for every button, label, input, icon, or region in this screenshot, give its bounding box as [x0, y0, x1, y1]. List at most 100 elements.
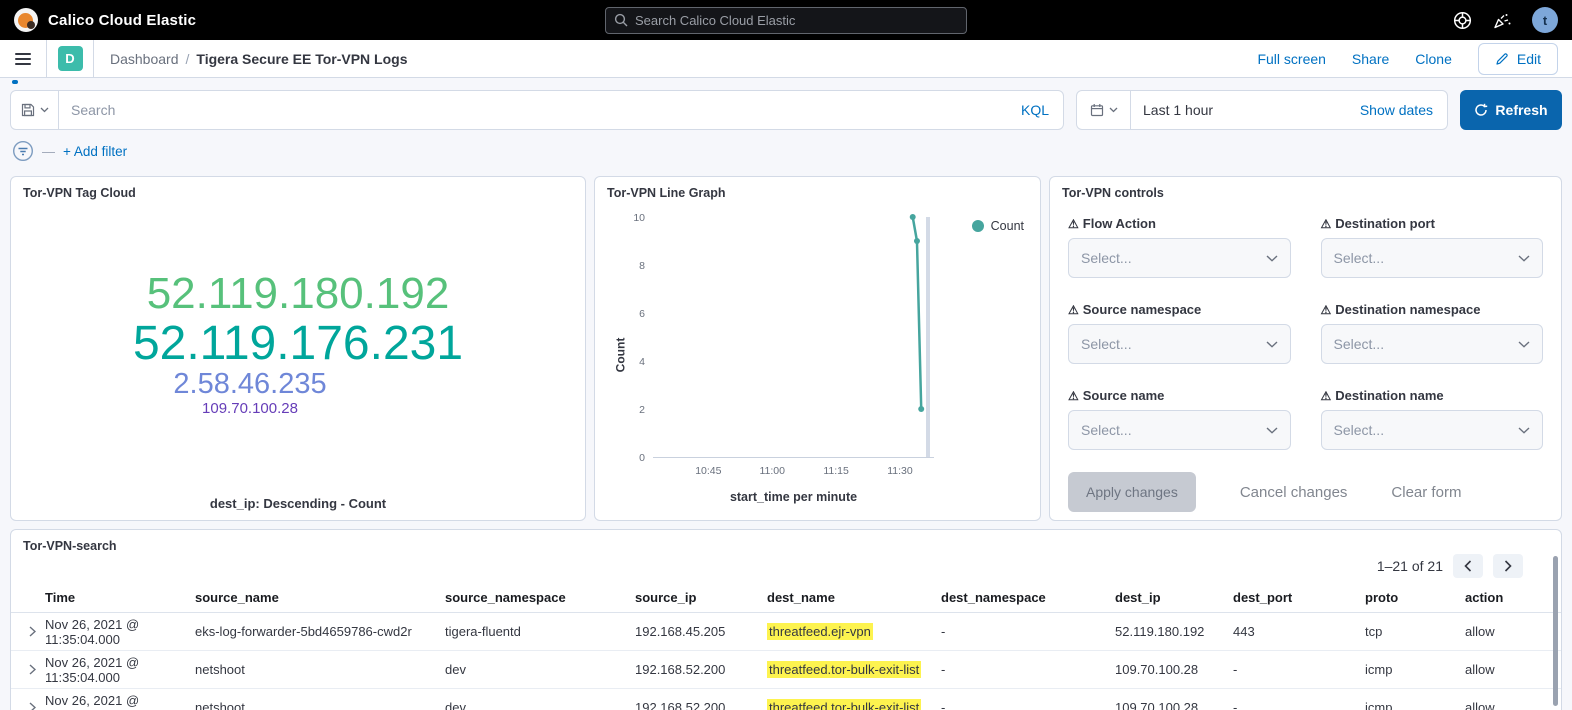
apply-changes-button[interactable]: Apply changes [1068, 472, 1196, 512]
help-icon[interactable] [1453, 11, 1472, 30]
destination-port-select[interactable]: Select... [1321, 238, 1544, 278]
next-page-button[interactable] [1493, 554, 1523, 578]
tag-ip-4[interactable]: 109.70.100.28 [202, 401, 298, 417]
expand-row-button[interactable] [19, 702, 45, 710]
tag-cloud-panel: Tor-VPN Tag Cloud 52.119.180.192 52.119.… [10, 176, 586, 521]
x-tick: 10:45 [695, 465, 721, 477]
tag-cloud-footer: dest_ip: Descending - Count [11, 496, 585, 511]
share-button[interactable]: Share [1352, 51, 1389, 67]
global-search[interactable] [605, 7, 967, 34]
col-dest-name[interactable]: dest_name [767, 590, 941, 605]
select-placeholder: Select... [1334, 336, 1385, 352]
col-action[interactable]: action [1465, 590, 1561, 605]
time-range-value[interactable]: Last 1 hour [1131, 102, 1360, 118]
pagination-count: 1–21 of 21 [1377, 558, 1443, 574]
cell-source-namespace: tigera-fluentd [445, 624, 635, 639]
hamburger-icon [15, 50, 31, 68]
dashboard-app-badge[interactable]: D [47, 40, 94, 77]
prev-page-button[interactable] [1453, 554, 1483, 578]
cell-time: Nov 26, 2021 @ 11:35:04.000 [45, 655, 195, 685]
col-dest-ip[interactable]: dest_ip [1115, 590, 1233, 605]
chevron-down-icon [1109, 107, 1118, 113]
breadcrumb: Dashboard / Tigera Secure EE Tor-VPN Log… [110, 51, 407, 67]
query-input-group: KQL [10, 90, 1064, 130]
breadcrumb-dashboard[interactable]: Dashboard [110, 51, 179, 67]
table-header-row: Time source_name source_namespace source… [11, 583, 1561, 613]
cell-source-name: netshoot [195, 662, 445, 677]
saved-query-menu-button[interactable] [11, 91, 59, 129]
col-proto[interactable]: proto [1365, 590, 1465, 605]
cell-dest-namespace: - [941, 700, 1115, 710]
tag-cloud: 52.119.180.192 52.119.176.231 2.58.46.23… [11, 207, 585, 480]
time-picker-menu-button[interactable] [1077, 91, 1131, 129]
filter-dash: — [42, 144, 55, 159]
col-source-name[interactable]: source_name [195, 590, 445, 605]
cell-source-ip: 192.168.52.200 [635, 700, 767, 710]
expand-row-button[interactable] [19, 664, 45, 675]
warning-icon: ⚠ [1321, 217, 1332, 231]
source-name-select[interactable]: Select... [1068, 410, 1291, 450]
x-tick: 11:30 [887, 465, 913, 477]
flow-action-select[interactable]: Select... [1068, 238, 1291, 278]
cell-dest-namespace: - [941, 662, 1115, 677]
kql-search-input[interactable] [59, 102, 1007, 118]
tag-ip-2[interactable]: 52.119.176.231 [133, 318, 463, 370]
control-flow-action: ⚠Flow Action Select... [1068, 216, 1291, 278]
chevron-right-icon [29, 626, 36, 637]
show-dates-button[interactable]: Show dates [1360, 102, 1447, 118]
table-title: Tor-VPN-search [11, 530, 1561, 553]
user-avatar[interactable]: t [1532, 7, 1558, 33]
refresh-button[interactable]: Refresh [1460, 90, 1562, 130]
chart-legend[interactable]: Count [972, 219, 1024, 233]
add-filter-button[interactable]: + Add filter [63, 144, 127, 159]
cell-action: allow [1465, 624, 1561, 639]
y-tick: 10 [619, 212, 645, 224]
tag-cloud-title: Tor-VPN Tag Cloud [11, 177, 585, 200]
x-tick: 11:15 [823, 465, 849, 477]
col-source-namespace[interactable]: source_namespace [445, 590, 635, 605]
clone-button[interactable]: Clone [1415, 51, 1452, 67]
calico-logo-icon [14, 8, 38, 32]
control-label: Source name [1083, 388, 1165, 403]
table-scrollbar[interactable] [1553, 556, 1558, 706]
highlighted-dest-name: threatfeed.tor-bulk-exit-list [767, 699, 921, 710]
col-dest-port[interactable]: dest_port [1233, 590, 1365, 605]
warning-icon: ⚠ [1068, 389, 1079, 403]
top-app-bar: Calico Cloud Elastic t [0, 0, 1572, 40]
controls-panel: Tor-VPN controls ⚠Flow Action Select... … [1049, 176, 1562, 521]
chevron-down-icon [1266, 341, 1278, 348]
chevron-down-icon [1518, 255, 1530, 262]
control-destination-name: ⚠Destination name Select... [1321, 388, 1544, 450]
breadcrumb-separator: / [186, 51, 190, 67]
tag-ip-3[interactable]: 2.58.46.235 [173, 369, 326, 400]
destination-name-select[interactable]: Select... [1321, 410, 1544, 450]
legend-label: Count [991, 219, 1024, 233]
cell-dest-ip: 109.70.100.28 [1115, 662, 1233, 677]
newsfeed-icon[interactable] [1492, 11, 1512, 30]
highlighted-dest-name: threatfeed.ejr-vpn [767, 623, 873, 640]
global-search-input[interactable] [635, 13, 958, 28]
col-time[interactable]: Time [45, 590, 195, 605]
y-tick: 6 [619, 308, 645, 320]
clear-form-button[interactable]: Clear form [1391, 484, 1461, 501]
cancel-changes-button[interactable]: Cancel changes [1240, 484, 1348, 501]
expand-row-button[interactable] [19, 626, 45, 637]
select-placeholder: Select... [1081, 422, 1132, 438]
count-line-series [653, 217, 934, 457]
y-tick: 2 [619, 404, 645, 416]
full-screen-button[interactable]: Full screen [1257, 51, 1325, 67]
col-dest-namespace[interactable]: dest_namespace [941, 590, 1115, 605]
select-placeholder: Select... [1334, 422, 1385, 438]
line-graph-panel: Tor-VPN Line Graph Count 10 8 6 4 2 0 10… [594, 176, 1041, 521]
control-source-namespace: ⚠Source namespace Select... [1068, 302, 1291, 364]
cell-proto: icmp [1365, 700, 1465, 710]
cell-action: allow [1465, 700, 1561, 710]
kql-language-button[interactable]: KQL [1007, 102, 1063, 118]
col-source-ip[interactable]: source_ip [635, 590, 767, 605]
destination-namespace-select[interactable]: Select... [1321, 324, 1544, 364]
filter-menu-icon[interactable] [12, 140, 34, 162]
edit-button[interactable]: Edit [1478, 43, 1558, 75]
nav-menu-button[interactable] [0, 40, 47, 77]
tag-ip-1[interactable]: 52.119.180.192 [147, 270, 450, 318]
source-namespace-select[interactable]: Select... [1068, 324, 1291, 364]
